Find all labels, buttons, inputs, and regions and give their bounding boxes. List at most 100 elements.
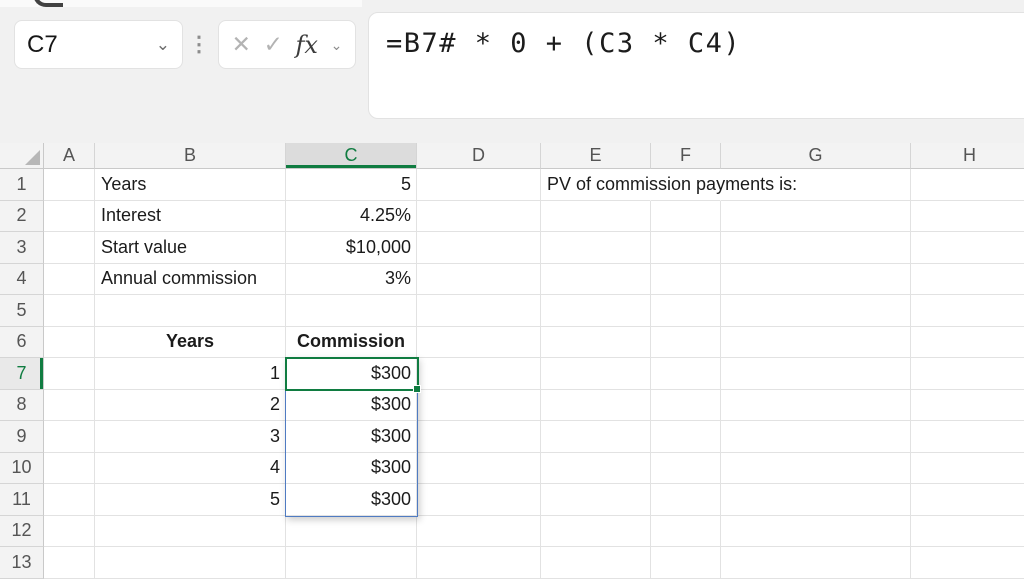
column-header-E[interactable]: E [541,143,651,169]
cell-E5[interactable] [541,295,651,327]
cell-F12[interactable] [651,516,721,548]
cell-B9[interactable]: 3 [95,421,286,453]
cell-H5[interactable] [911,295,1024,327]
cell-G10[interactable] [721,453,911,485]
row-header-9[interactable]: 9 [0,421,44,453]
cell-B10[interactable]: 4 [95,453,286,485]
cell-E13[interactable] [541,547,651,579]
cell-C6[interactable]: Commission [286,327,417,359]
cell-B1[interactable]: Years [95,169,286,201]
cell-B13[interactable] [95,547,286,579]
column-header-H[interactable]: H [911,143,1024,169]
cell-D4[interactable] [417,264,541,296]
cell-B12[interactable] [95,516,286,548]
cell-H13[interactable] [911,547,1024,579]
cell-A12[interactable] [44,516,95,548]
cell-B4[interactable]: Annual commission [95,264,286,296]
cell-D9[interactable] [417,421,541,453]
cell-D6[interactable] [417,327,541,359]
column-header-D[interactable]: D [417,143,541,169]
select-all-button[interactable] [0,143,44,169]
cell-F5[interactable] [651,295,721,327]
cell-E9[interactable] [541,421,651,453]
cell-F7[interactable] [651,358,721,390]
row-header-3[interactable]: 3 [0,232,44,264]
fx-chevron-icon[interactable]: ⌄ [331,38,343,52]
cell-F8[interactable] [651,390,721,422]
cell-E11[interactable] [541,484,651,516]
column-header-G[interactable]: G [721,143,911,169]
cell-G5[interactable] [721,295,911,327]
cell-B7[interactable]: 1 [95,358,286,390]
cell-F4[interactable] [651,264,721,296]
cell-D2[interactable] [417,201,541,233]
cell-D13[interactable] [417,547,541,579]
cell-A9[interactable] [44,421,95,453]
cell-G8[interactable] [721,390,911,422]
cell-F2[interactable] [651,201,721,233]
cell-E1[interactable]: PV of commission payments is: [541,169,651,201]
cell-G2[interactable] [721,201,911,233]
cell-H9[interactable] [911,421,1024,453]
cell-D5[interactable] [417,295,541,327]
cell-H8[interactable] [911,390,1024,422]
cell-E2[interactable] [541,201,651,233]
cell-A1[interactable] [44,169,95,201]
cell-B6[interactable]: Years [95,327,286,359]
cell-H4[interactable] [911,264,1024,296]
cell-G7[interactable] [721,358,911,390]
cancel-icon[interactable]: ✕ [232,33,251,56]
fill-handle[interactable] [413,385,421,393]
enter-icon[interactable]: ✓ [264,33,283,56]
column-header-C[interactable]: C [286,143,417,169]
cell-H6[interactable] [911,327,1024,359]
cell-G12[interactable] [721,516,911,548]
cell-C2[interactable]: 4.25% [286,201,417,233]
cell-H7[interactable] [911,358,1024,390]
name-box[interactable]: C7 ⌄ [14,20,183,69]
cell-C12[interactable] [286,516,417,548]
cell-C10[interactable]: $300 [286,453,417,485]
cell-E7[interactable] [541,358,651,390]
cell-E10[interactable] [541,453,651,485]
cell-G11[interactable] [721,484,911,516]
cell-E3[interactable] [541,232,651,264]
cell-E12[interactable] [541,516,651,548]
cell-C8[interactable]: $300 [286,390,417,422]
cell-F13[interactable] [651,547,721,579]
cell-D3[interactable] [417,232,541,264]
cell-B2[interactable]: Interest [95,201,286,233]
cell-E6[interactable] [541,327,651,359]
cell-F10[interactable] [651,453,721,485]
formula-bar-separator-handle[interactable]: ⋮ [191,20,207,69]
cell-H10[interactable] [911,453,1024,485]
cell-F3[interactable] [651,232,721,264]
cell-A7[interactable] [44,358,95,390]
formula-bar[interactable]: =B7# * 0 + (C3 * C4) [368,12,1024,119]
cell-A4[interactable] [44,264,95,296]
cell-A2[interactable] [44,201,95,233]
row-header-11[interactable]: 11 [0,484,44,516]
row-header-7[interactable]: 7 [0,358,44,390]
cell-B5[interactable] [95,295,286,327]
cell-D7[interactable] [417,358,541,390]
cell-A13[interactable] [44,547,95,579]
cell-G9[interactable] [721,421,911,453]
cell-G3[interactable] [721,232,911,264]
cell-E8[interactable] [541,390,651,422]
cell-A5[interactable] [44,295,95,327]
cell-C4[interactable]: 3% [286,264,417,296]
row-header-13[interactable]: 13 [0,547,44,579]
row-header-5[interactable]: 5 [0,295,44,327]
row-header-10[interactable]: 10 [0,453,44,485]
cell-H12[interactable] [911,516,1024,548]
cell-H1[interactable] [911,169,1024,201]
name-box-chevron-icon[interactable]: ⌄ [156,36,170,53]
cell-B8[interactable]: 2 [95,390,286,422]
cell-A3[interactable] [44,232,95,264]
cell-A6[interactable] [44,327,95,359]
cell-D12[interactable] [417,516,541,548]
row-header-6[interactable]: 6 [0,327,44,359]
cell-C5[interactable] [286,295,417,327]
cell-C9[interactable]: $300 [286,421,417,453]
